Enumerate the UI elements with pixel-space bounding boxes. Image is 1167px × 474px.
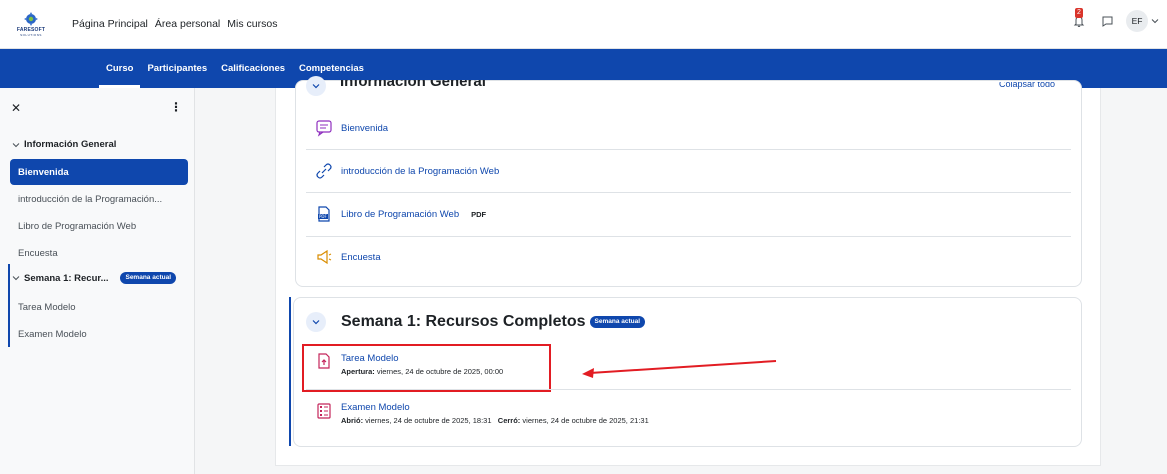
drawer-section-label: Información General <box>24 139 117 150</box>
pdf-icon: PDF <box>318 206 330 222</box>
notifications-button[interactable]: 2 <box>1070 8 1088 30</box>
section-title: Semana 1: Recursos Completos Semana actu… <box>341 313 646 331</box>
tab-participants[interactable]: Participantes <box>140 49 214 88</box>
course-index-drawer: ✕ ⋮ Información General Bienvenida intro… <box>0 88 195 474</box>
section-collapse-toggle[interactable] <box>306 312 326 332</box>
drawer-section-informacion-general[interactable]: Información General <box>12 139 116 150</box>
activity-divider <box>306 236 1071 237</box>
activity-encuesta[interactable]: Encuesta <box>315 248 381 266</box>
drawer-section-semana-1[interactable]: Semana 1: Recur... Semana actual <box>12 272 177 284</box>
primary-navigation: Página Principal Área personal Mis curso… <box>72 18 277 30</box>
notification-count-badge: 2 <box>1075 8 1083 18</box>
activity-examen-modelo: Examen Modelo Abrió: viernes, 24 de octu… <box>341 402 649 425</box>
chevron-down-icon <box>312 320 320 325</box>
chat-bubble-icon <box>1102 16 1112 27</box>
activity-divider <box>306 389 1071 390</box>
current-week-badge: Semana actual <box>589 316 646 328</box>
kebab-menu-icon[interactable]: ⋮ <box>170 100 182 114</box>
site-logo[interactable]: FARESOFT SOLUTIONS <box>14 7 48 41</box>
avatar: EF <box>1126 10 1148 32</box>
drawer-item-encuesta[interactable]: Encuesta <box>10 240 188 266</box>
drawer-section-label: Semana 1: Recur... <box>24 272 109 284</box>
activity-introduccion[interactable]: introducción de la Programación Web <box>315 162 499 180</box>
activity-dates: Abrió: viernes, 24 de octubre de 2025, 1… <box>341 416 649 425</box>
current-week-accent <box>289 297 291 446</box>
logo-subtext: SOLUTIONS <box>20 33 42 37</box>
current-week-badge: Semana actual <box>120 272 177 284</box>
tab-course[interactable]: Curso <box>99 49 141 88</box>
date-value: viernes, 24 de octubre de 2025, 18:31 <box>363 416 492 425</box>
activity-link[interactable]: Libro de Programación Web <box>341 209 459 220</box>
close-drawer-icon[interactable]: ✕ <box>11 101 21 115</box>
nav-dashboard-link[interactable]: Área personal <box>155 18 220 30</box>
link-icon <box>316 163 332 179</box>
drawer-item-libro[interactable]: Libro de Programación Web <box>10 213 188 239</box>
quiz-icon <box>317 403 331 419</box>
megaphone-icon <box>317 249 332 265</box>
chevron-down-icon <box>1151 19 1159 24</box>
messages-button[interactable] <box>1098 12 1116 30</box>
nav-home-link[interactable]: Página Principal <box>72 18 148 30</box>
chevron-down-icon <box>312 84 320 89</box>
collapse-all-link[interactable]: Colapsar todo <box>999 82 1055 90</box>
top-navbar: FARESOFT SOLUTIONS Página Principal Área… <box>0 0 1167 49</box>
section-title-text: Semana 1: Recursos Completos <box>341 313 586 330</box>
user-area: 2 EF <box>1070 8 1159 32</box>
drawer-item-tarea-modelo[interactable]: Tarea Modelo <box>10 294 188 320</box>
activity-divider <box>306 149 1071 150</box>
nav-my-courses-link[interactable]: Mis cursos <box>227 18 277 30</box>
activity-link[interactable]: Encuesta <box>341 252 381 263</box>
user-menu-toggle[interactable]: EF <box>1126 10 1159 32</box>
activity-link[interactable]: introducción de la Programación Web <box>341 166 499 177</box>
svg-text:PDF: PDF <box>319 214 327 219</box>
annotation-highlight-box <box>302 344 551 392</box>
drawer-item-introduccion[interactable]: introducción de la Programación... <box>10 186 188 212</box>
date-label: Abrió: <box>341 416 364 425</box>
section-title: Información General <box>340 80 486 90</box>
annotation-arrow <box>582 360 777 378</box>
activity-link[interactable]: Bienvenida <box>341 123 388 134</box>
forum-icon <box>316 120 332 137</box>
chevron-down-icon <box>12 276 20 281</box>
date-label: Cerró: <box>497 416 521 425</box>
activity-libro[interactable]: PDF Libro de Programación Web PDF <box>315 205 486 223</box>
drawer-item-bienvenida[interactable]: Bienvenida <box>10 159 188 185</box>
activity-divider <box>306 192 1071 193</box>
drawer-header: ✕ ⋮ <box>0 88 194 130</box>
chevron-down-icon <box>12 142 20 147</box>
gear-logo-icon <box>24 12 38 26</box>
file-type-tag: PDF <box>471 209 487 219</box>
section-informacion-general <box>295 80 1082 287</box>
activity-link[interactable]: Examen Modelo <box>341 402 649 413</box>
tab-grades[interactable]: Calificaciones <box>214 49 292 88</box>
section-collapse-toggle[interactable] <box>306 76 326 96</box>
drawer-item-examen-modelo[interactable]: Examen Modelo <box>10 321 188 347</box>
date-value: viernes, 24 de octubre de 2025, 21:31 <box>520 416 649 425</box>
activity-bienvenida[interactable]: Bienvenida <box>315 119 388 137</box>
